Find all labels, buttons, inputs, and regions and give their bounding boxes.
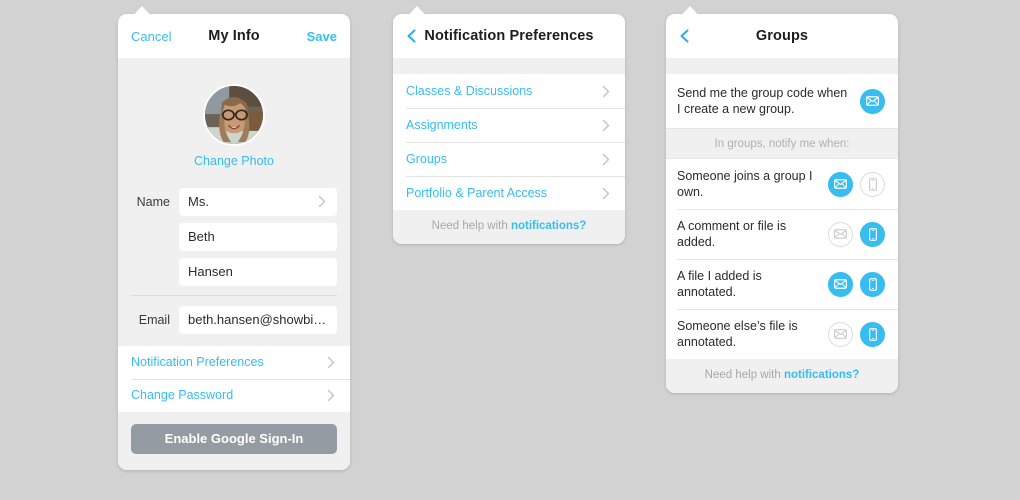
avatar-section: Change Photo — [118, 58, 350, 184]
email-field-row: Email beth.hansen@showbie.c… — [118, 302, 350, 346]
page-title: Groups — [755, 28, 809, 44]
name-title-input[interactable]: Ms. — [179, 187, 337, 216]
page-title: Notification Preferences — [424, 28, 594, 44]
user-avatar-photo-icon — [205, 86, 263, 144]
section-spacer — [393, 58, 625, 74]
my-info-panel: Cancel My Info Save Change Photo Name Ms… — [118, 6, 350, 470]
mobile-device-icon — [868, 177, 877, 191]
name-fields-group: Name Ms. Beth Hansen — [118, 184, 350, 289]
rule-row: A file I added is annotated. — [666, 259, 898, 309]
cancel-button[interactable]: Cancel — [131, 29, 171, 44]
category-label: Assignments — [406, 118, 478, 132]
chevron-left-icon[interactable] — [678, 29, 692, 43]
last-name-field-row: Hansen — [118, 254, 350, 289]
settings-links-group: Notification Preferences Change Password — [118, 345, 350, 412]
category-label: Classes & Discussions — [406, 84, 533, 98]
rule-row: Someone else’s file is annotated. — [666, 309, 898, 359]
rule-text: A file I added is annotated. — [677, 269, 762, 299]
page-title: My Info — [208, 28, 260, 44]
chevron-right-icon — [327, 389, 335, 401]
last-name-value: Hansen — [188, 264, 233, 279]
category-label: Portfolio & Parent Access — [406, 186, 548, 200]
rule-toggles — [828, 171, 885, 197]
email-toggle[interactable] — [828, 271, 853, 297]
rule-text: Send me the group code when I create a n… — [677, 86, 848, 116]
rule-toggles — [860, 88, 885, 114]
chevron-right-icon — [602, 153, 610, 165]
envelope-icon — [866, 96, 879, 106]
device-toggle[interactable] — [860, 271, 885, 297]
email-field[interactable]: beth.hansen@showbie.c… — [179, 305, 337, 334]
email-value: beth.hansen@showbie.c… — [188, 312, 328, 327]
envelope-icon — [834, 329, 847, 339]
email-toggle[interactable] — [828, 321, 853, 347]
notifications-help-link[interactable]: notifications? — [784, 369, 859, 381]
mobile-device-icon — [868, 227, 877, 241]
name-title-field-row: Name Ms. — [118, 184, 350, 219]
rule-toggles — [828, 271, 885, 297]
my-info-header: Cancel My Info Save — [118, 14, 350, 58]
help-prefix: Need help with — [704, 369, 784, 381]
device-toggle[interactable] — [860, 171, 885, 197]
category-classes-discussions[interactable]: Classes & Discussions — [393, 74, 625, 108]
enable-google-sign-in-button[interactable]: Enable Google Sign-In — [131, 423, 337, 454]
last-name-input[interactable]: Hansen — [179, 257, 337, 286]
rule-row: A comment or file is added. — [666, 209, 898, 259]
category-portfolio-parent-access[interactable]: Portfolio & Parent Access — [393, 176, 625, 210]
change-password-link[interactable]: Change Password — [118, 378, 350, 412]
rule-text: Someone joins a group I own. — [677, 169, 813, 199]
section-spacer — [666, 58, 898, 74]
chevron-right-icon — [602, 187, 610, 199]
device-toggle[interactable] — [860, 321, 885, 347]
notification-preferences-header: Notification Preferences — [393, 14, 625, 58]
email-toggle[interactable] — [828, 171, 853, 197]
first-name-field-row: Beth — [118, 219, 350, 254]
email-toggle[interactable] — [828, 221, 853, 247]
rule-text: A comment or file is added. — [677, 219, 787, 249]
save-button[interactable]: Save — [307, 29, 337, 44]
help-footer: Need help with notifications? — [393, 210, 625, 244]
category-assignments[interactable]: Assignments — [393, 108, 625, 142]
name-title-value: Ms. — [188, 194, 209, 209]
envelope-icon — [834, 179, 847, 189]
avatar[interactable] — [203, 84, 265, 146]
section-label: In groups, notify me when: — [666, 128, 898, 159]
change-password-label: Change Password — [131, 388, 234, 402]
device-toggle[interactable] — [860, 221, 885, 247]
email-toggle[interactable] — [860, 88, 885, 114]
change-photo-button[interactable]: Change Photo — [118, 154, 350, 168]
help-prefix: Need help with — [431, 220, 511, 232]
notification-preferences-label: Notification Preferences — [131, 355, 264, 369]
email-field-label: Email — [138, 312, 170, 327]
rule-toggles — [828, 321, 885, 347]
chevron-right-icon — [318, 195, 326, 208]
envelope-icon — [834, 279, 847, 289]
name-field-label: Name — [136, 194, 170, 209]
divider — [131, 295, 337, 296]
help-footer: Need help with notifications? — [666, 359, 898, 393]
chevron-right-icon — [602, 85, 610, 97]
notifications-help-link[interactable]: notifications? — [511, 220, 586, 232]
rule-text: Someone else’s file is annotated. — [677, 319, 798, 349]
notification-preferences-link[interactable]: Notification Preferences — [118, 345, 350, 379]
chevron-right-icon — [602, 119, 610, 131]
mobile-device-icon — [868, 327, 877, 341]
group-rules-list: Someone joins a group I own. A comment o… — [666, 159, 898, 359]
google-sign-in-section: Enable Google Sign-In — [118, 411, 350, 470]
first-name-input[interactable]: Beth — [179, 222, 337, 251]
category-label: Groups — [406, 152, 447, 166]
preference-categories-list: Classes & Discussions Assignments Groups… — [393, 74, 625, 210]
mobile-device-icon — [868, 277, 877, 291]
first-name-value: Beth — [188, 229, 215, 244]
chevron-left-icon[interactable] — [405, 29, 419, 43]
rule-row: Someone joins a group I own. — [666, 159, 898, 209]
rule-toggles — [828, 221, 885, 247]
category-groups[interactable]: Groups — [393, 142, 625, 176]
rule-group-code-row: Send me the group code when I create a n… — [666, 74, 898, 128]
chevron-right-icon — [327, 356, 335, 368]
groups-header: Groups — [666, 14, 898, 58]
notification-preferences-panel: Notification Preferences Classes & Discu… — [393, 6, 625, 244]
groups-panel: Groups Send me the group code when I cre… — [666, 6, 898, 393]
envelope-icon — [834, 229, 847, 239]
